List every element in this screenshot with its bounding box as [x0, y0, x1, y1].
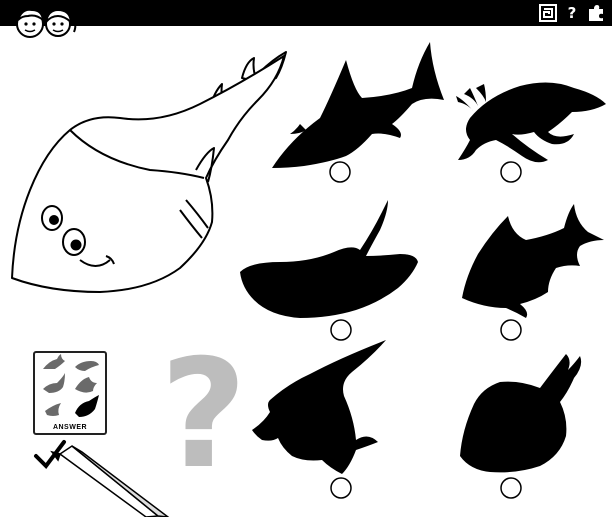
answer-card[interactable]: ANSWER	[33, 351, 107, 435]
option-circle-guitarfish[interactable]	[500, 477, 522, 499]
guitarfish-drawing	[11, 51, 287, 293]
axolotl-silhouette	[456, 82, 606, 163]
triggerfish-silhouette	[462, 204, 604, 318]
angelfish-silhouette	[252, 340, 386, 474]
option-circle-stingray[interactable]	[330, 319, 352, 341]
stingray-silhouette	[240, 200, 418, 318]
puzzle-scene	[11, 42, 606, 517]
option-circle-shark[interactable]	[329, 161, 351, 183]
option-circle-axolotl[interactable]	[500, 161, 522, 183]
option-circle-angelfish[interactable]	[330, 477, 352, 499]
guitarfish-silhouette	[460, 354, 582, 473]
answer-label: ANSWER	[52, 424, 88, 431]
pencil-check-icon	[34, 440, 170, 517]
answer-thumbnails	[43, 354, 99, 417]
question-mark: ?	[160, 328, 248, 502]
shark-silhouette	[272, 42, 444, 168]
option-circle-triggerfish[interactable]	[500, 319, 522, 341]
